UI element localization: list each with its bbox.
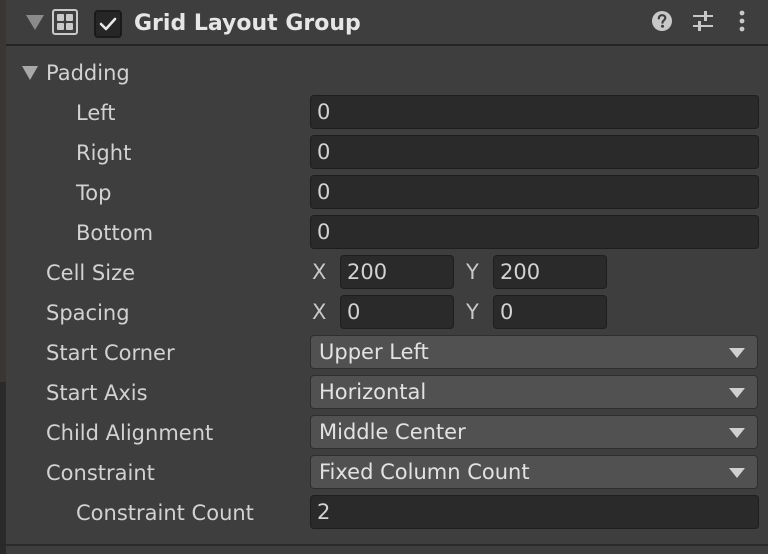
checkmark-icon (99, 17, 117, 31)
spacing-y-label[interactable]: Y (466, 295, 479, 329)
spacing-x-label[interactable]: X (312, 295, 326, 329)
inspector-panel: Grid Layout Group Padding Left 0 Right 0… (0, 0, 768, 554)
child-alignment-dropdown[interactable]: Middle Center (310, 415, 758, 449)
start-corner-value: Upper Left (319, 340, 429, 364)
padding-left-input[interactable]: 0 (310, 95, 759, 129)
padding-bottom-label: Bottom (76, 221, 154, 245)
padding-left-label: Left (76, 101, 116, 125)
cell-size-x-input[interactable]: 200 (340, 255, 454, 289)
start-axis-value: Horizontal (319, 380, 427, 404)
padding-right-label: Right (76, 141, 132, 165)
help-icon[interactable] (651, 10, 673, 32)
padding-top-label: Top (76, 181, 112, 205)
padding-bottom-input[interactable]: 0 (310, 215, 759, 249)
padding-top-input[interactable]: 0 (310, 175, 759, 209)
spacing-y-input[interactable]: 0 (493, 295, 607, 329)
start-axis-dropdown[interactable]: Horizontal (310, 375, 758, 409)
component-header[interactable]: Grid Layout Group (6, 0, 768, 46)
grid-layout-icon (52, 9, 78, 35)
constraint-label: Constraint (46, 461, 155, 485)
spacing-label: Spacing (46, 301, 130, 325)
more-vertical-icon[interactable] (738, 10, 746, 34)
preset-sliders-icon[interactable] (691, 10, 715, 32)
spacing-x-input[interactable]: 0 (340, 295, 454, 329)
dropdown-arrow-icon (729, 468, 745, 478)
padding-right-input[interactable]: 0 (310, 135, 759, 169)
cell-size-x-label[interactable]: X (312, 255, 326, 289)
constraint-count-label: Constraint Count (76, 501, 254, 525)
foldout-triangle-icon[interactable] (26, 15, 44, 30)
component-title: Grid Layout Group (134, 11, 361, 36)
padding-label[interactable]: Padding (46, 58, 130, 88)
constraint-value: Fixed Column Count (319, 460, 530, 484)
start-axis-label: Start Axis (46, 381, 148, 405)
component-divider (6, 544, 768, 546)
start-corner-dropdown[interactable]: Upper Left (310, 335, 758, 369)
dropdown-arrow-icon (729, 348, 745, 358)
start-corner-label: Start Corner (46, 341, 175, 365)
dropdown-arrow-icon (729, 428, 745, 438)
cell-size-label: Cell Size (46, 261, 136, 285)
child-alignment-label: Child Alignment (46, 421, 214, 445)
constraint-dropdown[interactable]: Fixed Column Count (310, 455, 758, 489)
dropdown-arrow-icon (729, 388, 745, 398)
child-alignment-value: Middle Center (319, 420, 466, 444)
cell-size-y-input[interactable]: 200 (493, 255, 607, 289)
panel-edge-top (0, 0, 6, 382)
padding-foldout-icon[interactable] (22, 66, 38, 80)
enabled-checkbox[interactable] (94, 10, 122, 38)
constraint-count-input[interactable]: 2 (310, 495, 759, 529)
cell-size-y-label[interactable]: Y (466, 255, 479, 289)
